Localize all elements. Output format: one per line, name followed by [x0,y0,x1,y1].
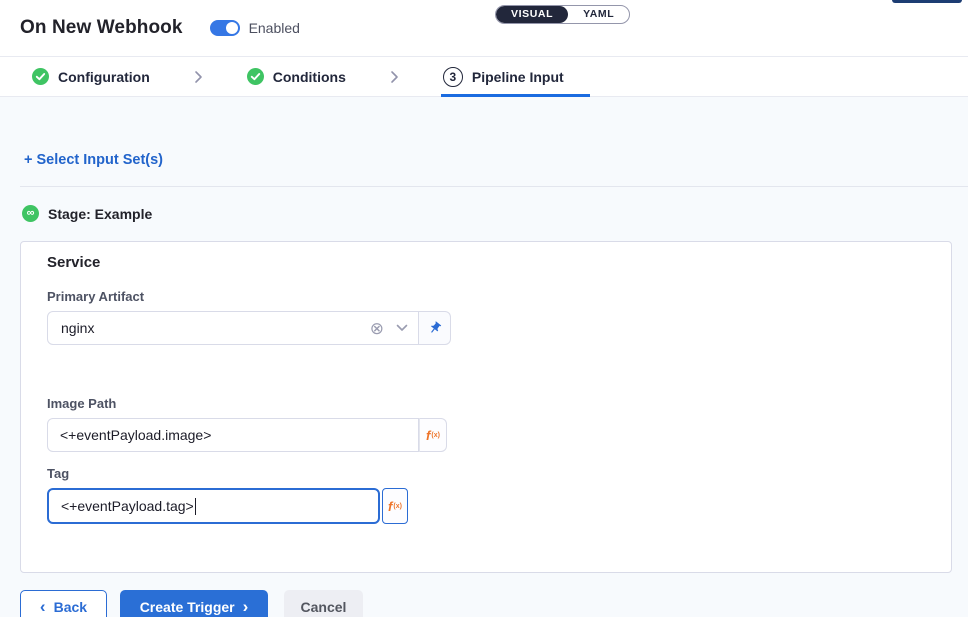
fx-sub-glyph: (x) [431,432,440,439]
check-icon [247,68,264,85]
tag-input[interactable]: <+eventPayload.tag> [47,488,380,524]
visual-tab[interactable]: VISUAL [496,6,568,23]
fx-glyph: f [426,428,430,443]
create-trigger-label: Create Trigger [140,599,235,615]
tag-value: <+eventPayload.tag> [61,498,194,514]
service-heading: Service [47,254,925,271]
partial-button-top-right[interactable] [892,0,962,3]
chevron-right-icon [193,57,204,96]
stage-row: ∞ Stage: Example [22,205,968,222]
tab-pipeline-input[interactable]: 3 Pipeline Input [441,57,590,96]
enabled-toggle[interactable] [210,20,240,36]
expression-fx-button[interactable]: f(x) [382,488,408,524]
fx-sub-glyph: (x) [393,503,402,510]
tab-conditions[interactable]: Conditions [245,57,348,96]
tag-control: <+eventPayload.tag> f(x) [47,488,925,524]
clear-icon[interactable]: ⊗ [370,320,384,337]
create-trigger-button[interactable]: Create Trigger › [120,590,268,617]
chevron-left-icon: ‹ [40,598,46,615]
divider [20,186,968,187]
stage-label: Stage: Example [48,206,152,222]
toggle-knob [226,22,238,34]
main-content: + Select Input Set(s) ∞ Stage: Example S… [0,97,968,617]
tab-label: Conditions [273,69,346,85]
tab-label: Pipeline Input [472,69,564,85]
select-input-sets-link[interactable]: + Select Input Set(s) [24,150,163,170]
header: On New Webhook Enabled VISUAL YAML [0,0,968,57]
enabled-toggle-wrap: Enabled [210,20,300,36]
back-button[interactable]: ‹ Back [20,590,107,617]
pin-button[interactable] [419,311,451,345]
cancel-label: Cancel [301,599,347,615]
tab-configuration[interactable]: Configuration [30,57,152,96]
tag-label: Tag [47,466,925,481]
chevron-right-icon [389,57,400,96]
step-number-badge: 3 [443,67,463,87]
image-path-label: Image Path [47,396,925,411]
back-label: Back [54,599,87,615]
yaml-tab[interactable]: YAML [568,6,629,23]
cancel-button[interactable]: Cancel [284,590,363,617]
chevron-down-icon[interactable] [396,324,408,332]
view-switch: VISUAL YAML [495,5,630,24]
primary-artifact-label: Primary Artifact [47,289,925,304]
image-path-control: f(x) [47,418,925,452]
wizard-tabbar: Configuration Conditions 3 Pipeline Inpu… [0,57,968,97]
primary-artifact-select: ⊗ [47,311,419,345]
tab-label: Configuration [58,69,150,85]
chevron-right-icon: › [243,598,249,615]
check-icon [32,68,49,85]
primary-artifact-control: ⊗ [47,311,925,345]
expression-fx-button[interactable]: f(x) [419,418,447,452]
cd-stage-icon: ∞ [22,205,39,222]
pin-icon [425,318,445,338]
primary-artifact-input[interactable] [61,320,370,336]
footer: ‹ Back Create Trigger › Cancel [20,590,968,617]
text-cursor [195,498,197,515]
image-path-input[interactable] [60,427,406,443]
image-path-box [47,418,419,452]
page-title: On New Webhook [20,17,183,39]
fx-glyph: f [388,499,392,514]
enabled-label: Enabled [249,20,300,36]
service-card: Service Primary Artifact ⊗ Image Path f(… [20,241,952,573]
